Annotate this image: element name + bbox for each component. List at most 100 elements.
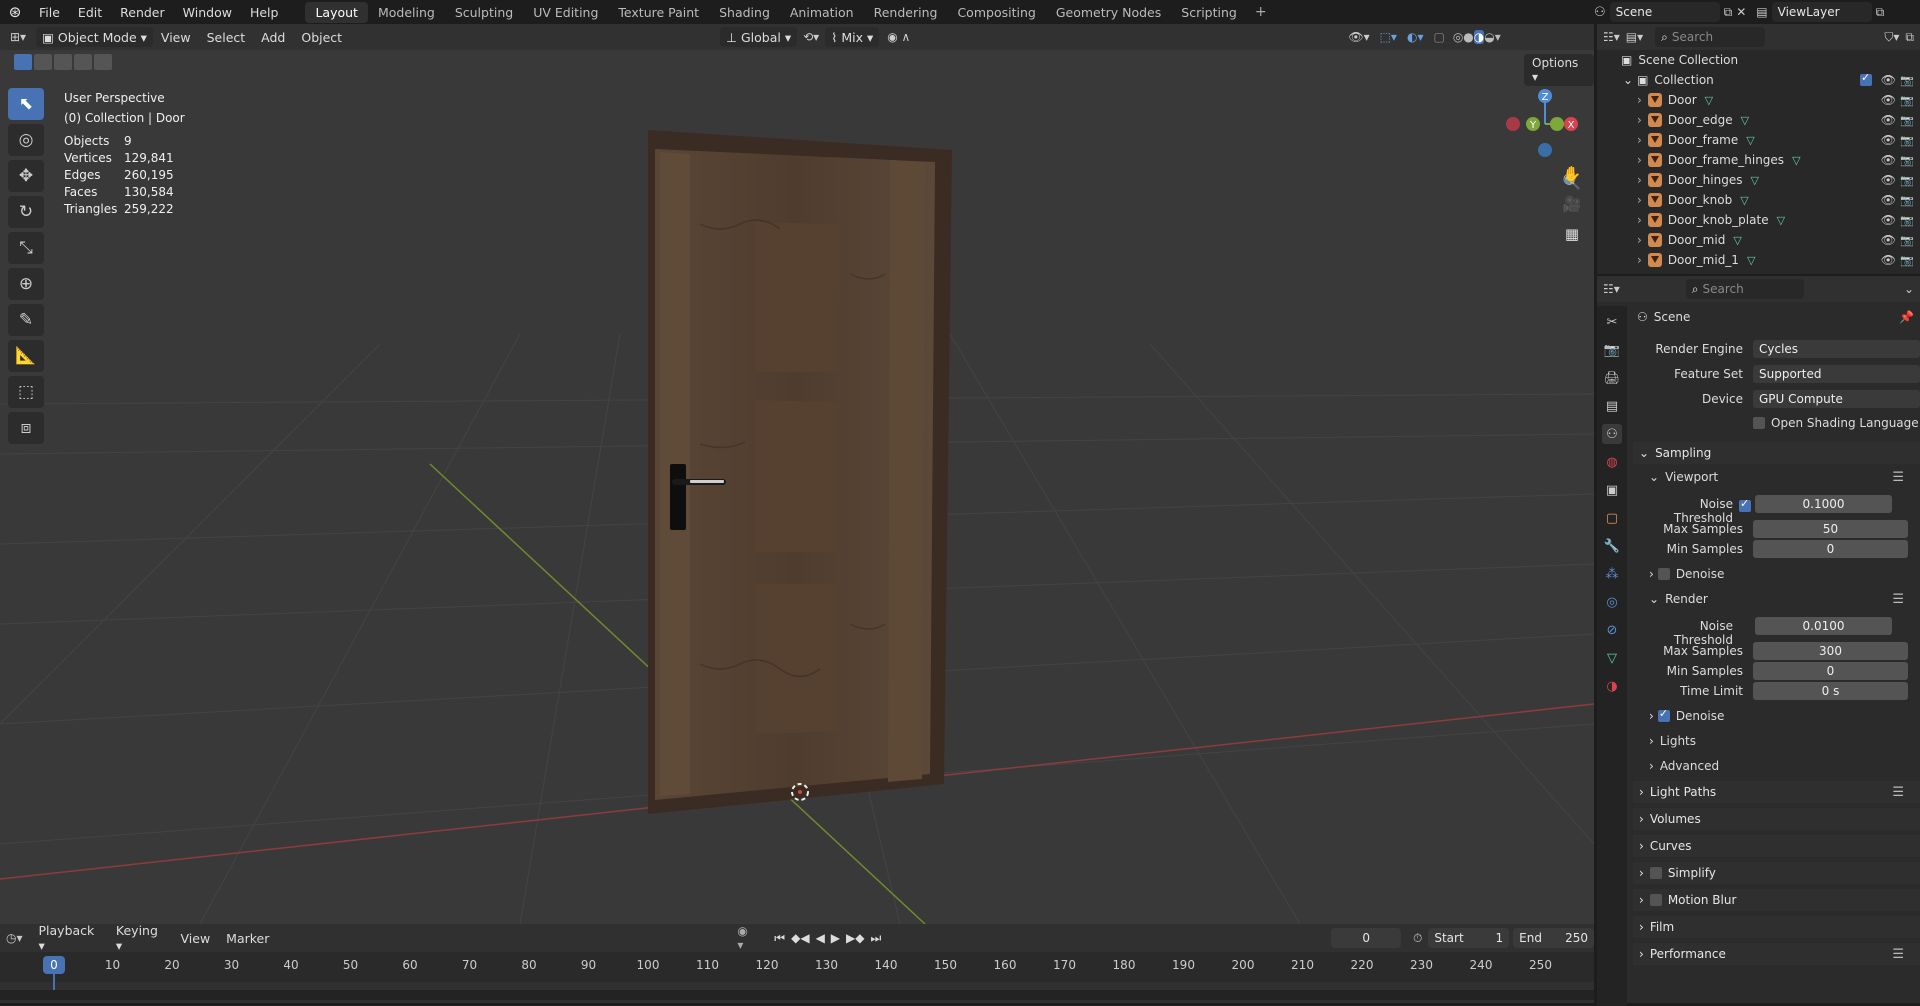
select-intersect-icon[interactable] [94,54,112,70]
outliner-item[interactable]: › Door_knob_plate ▽ 👁 📷 [1597,210,1920,230]
lights-subsection[interactable]: › Lights [1633,730,1920,752]
camera-icon[interactable]: 📷 [1900,94,1914,107]
properties-editor-icon[interactable]: ☷▾ [1603,282,1620,296]
solid-shading-icon[interactable]: ● [1463,30,1473,44]
play-reverse-icon[interactable]: ◀ [816,931,825,945]
r-noise-threshold-field[interactable]: 0.0100 [1755,617,1892,635]
tab-uv-editing[interactable]: UV Editing [523,2,608,23]
preset-list-icon[interactable]: ☰ [1892,470,1904,485]
preset-list-icon[interactable]: ☰ [1892,592,1904,607]
particles-tab-icon[interactable]: ⁂ [1602,564,1622,584]
new-scene-icon[interactable]: ⧉ [1724,5,1733,20]
current-frame-field[interactable]: 0 [1331,928,1401,948]
vp-min-samples-field[interactable]: 0 [1753,540,1908,558]
render-engine-dropdown[interactable]: Cycles [1753,340,1920,358]
eye-icon[interactable]: 👁 [1881,153,1896,167]
3d-viewport[interactable]: ⊞▾ ▣ Object Mode ▾ View Select Add Object … [0,24,1594,924]
gizmo-toggle-icon[interactable]: ⬚▾ [1380,30,1397,44]
render-tab-icon[interactable]: 📷 [1602,340,1622,360]
tab-geometry-nodes[interactable]: Geometry Nodes [1046,2,1171,23]
motion-blur-checkbox[interactable] [1649,894,1662,906]
constraints-tab-icon[interactable]: ⊘ [1602,620,1622,640]
physics-tab-icon[interactable]: ◎ [1602,592,1622,612]
jump-start-icon[interactable]: ⏮ [774,931,785,946]
eye-icon[interactable]: 👁 [1881,253,1896,267]
sampling-section-header[interactable]: ⌄ Sampling [1633,442,1920,464]
start-frame-field[interactable]: Start 1 [1428,928,1510,948]
add-workspace-icon[interactable]: + [1247,4,1275,20]
select-new-icon[interactable] [14,54,32,70]
eye-icon[interactable]: 👁 [1881,93,1896,107]
menu-render[interactable]: Render [111,5,174,20]
mode-dropdown[interactable]: ▣ Object Mode ▾ [36,27,153,47]
vp-denoise-subsection[interactable]: › Denoise [1633,563,1920,585]
timeline-scrollbar[interactable] [0,990,1594,1000]
rotate-tool-icon[interactable]: ↻ [8,196,44,228]
menu-view[interactable]: View [153,30,199,45]
jump-keyframe-back-icon[interactable]: ◆◀ [791,931,809,945]
ortho-grid-icon[interactable]: ▦ [1558,220,1586,248]
motion-blur-section[interactable]: › Motion Blur [1633,889,1920,911]
stopwatch-icon[interactable]: ⏱ [1413,931,1422,946]
extrude-tool-icon[interactable]: ⧈ [8,412,44,444]
menu-select[interactable]: Select [199,30,254,45]
blender-logo-icon[interactable]: ⊛ [0,3,30,21]
mesh-data-icon[interactable]: ▽ [1746,134,1754,147]
output-tab-icon[interactable]: 🖨 [1602,368,1622,388]
clock-editor-icon[interactable]: ◷▾ [6,931,31,945]
visibility-icon[interactable]: 👁▾ [1348,30,1369,44]
vp-noise-threshold-checkbox[interactable] [1739,497,1751,512]
overlay-toggle-icon[interactable]: ◐▾ [1407,30,1424,44]
pin-icon[interactable]: 📌 [1899,310,1914,324]
menu-file[interactable]: File [30,5,69,20]
tab-rendering[interactable]: Rendering [864,2,948,23]
chevron-right-icon[interactable]: › [1637,133,1642,147]
tab-sculpting[interactable]: Sculpting [445,2,523,23]
pan-hand-icon[interactable]: ✋ [1558,160,1586,188]
outliner-search-input[interactable]: ⌕ Search [1655,27,1766,47]
proportional-edit-icon[interactable]: ◉ ∧ [879,30,918,44]
mesh-data-icon[interactable]: ▽ [1792,154,1800,167]
chevron-right-icon[interactable]: › [1637,173,1642,187]
chevron-right-icon[interactable]: › [1637,93,1642,107]
eye-icon[interactable]: 👁 [1881,173,1896,187]
simplify-section[interactable]: › Simplify [1633,862,1920,884]
menu-marker[interactable]: Marker [218,931,277,946]
r-max-samples-field[interactable]: 300 [1753,642,1908,660]
options-dropdown[interactable]: Options ▾ [1524,54,1594,86]
tab-animation[interactable]: Animation [780,2,864,23]
mesh-data-icon[interactable]: ▽ [1733,234,1741,247]
r-denoise-subsection[interactable]: ›Denoise [1633,705,1920,727]
eye-icon[interactable]: 👁 [1881,213,1896,227]
advanced-subsection[interactable]: › Advanced [1633,755,1920,777]
object-tab-icon[interactable]: ▢ [1602,508,1622,528]
annotate-tool-icon[interactable]: ✎ [8,304,44,336]
camera-icon[interactable]: 📷 [1900,134,1914,147]
osl-checkbox[interactable] [1753,417,1765,429]
eye-icon[interactable]: 👁 [1881,133,1896,147]
chevron-right-icon[interactable]: › [1637,113,1642,127]
menu-object[interactable]: Object [293,30,350,45]
menu-window[interactable]: Window [174,5,241,20]
mesh-data-icon[interactable]: ▽ [1777,214,1785,227]
feature-set-dropdown[interactable]: Supported [1753,365,1920,383]
play-icon[interactable]: ▶ [831,931,840,945]
wireframe-shading-icon[interactable]: ◎ [1453,30,1463,44]
menu-keying[interactable]: Keying ▾ [108,923,173,953]
transform-tool-icon[interactable]: ⊕ [8,268,44,300]
tab-layout[interactable]: Layout [305,1,368,23]
r-denoise-checkbox[interactable] [1657,707,1670,722]
new-viewlayer-icon[interactable]: ⧉ [1876,5,1885,20]
view-layer-field[interactable]: ViewLayer [1771,2,1872,22]
eye-icon[interactable]: 👁 [1881,193,1896,207]
tab-modeling[interactable]: Modeling [368,2,445,23]
outliner-item[interactable]: › Door_hinges ▽ 👁 📷 [1597,170,1920,190]
outliner-item[interactable]: › Door_edge ▽ 👁 📷 [1597,110,1920,130]
door-model[interactable] [648,130,952,814]
select-box-tool-icon[interactable]: ⬉ [8,88,44,120]
outliner-item[interactable]: › Door_knob ▽ 👁 📷 [1597,190,1920,210]
tab-compositing[interactable]: Compositing [947,2,1045,23]
camera-view-icon[interactable]: 🎥 [1558,190,1586,218]
tool-tab-icon[interactable]: ✂ [1602,312,1622,332]
modifier-tab-icon[interactable]: 🔧 [1602,536,1622,556]
